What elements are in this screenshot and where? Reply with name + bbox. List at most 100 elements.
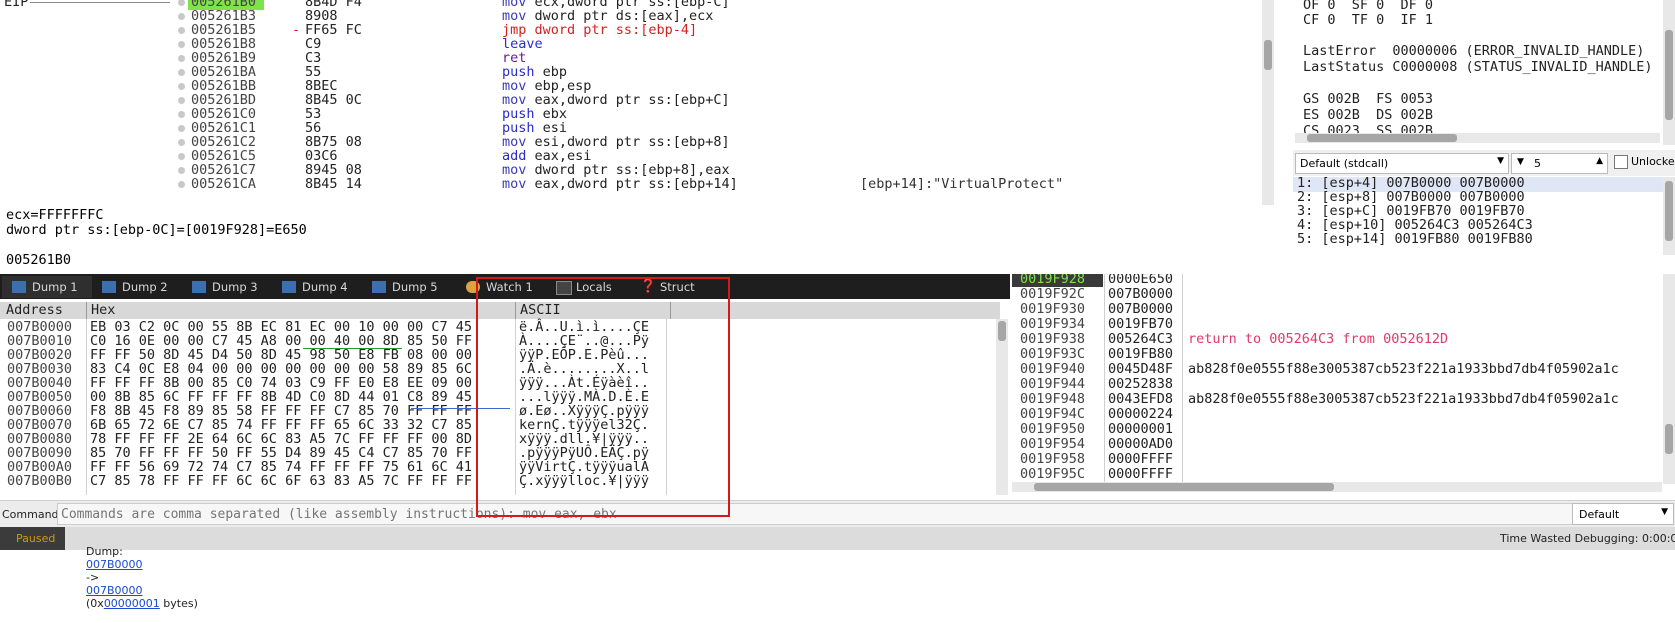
breakpoint-dot[interactable] [178, 69, 185, 76]
dump-from-link[interactable]: 007B0000 [86, 558, 143, 571]
stack-address: 0019F954 [1020, 436, 1086, 452]
unlocked-checkbox[interactable] [1614, 155, 1628, 169]
stack-comment: ab828f0e0555f88e3005387cb523f221a1933bbd… [1188, 361, 1619, 377]
arg-count-spinbox[interactable]: ▼ 5 ▲ [1511, 153, 1608, 174]
registers-hscrollbar[interactable] [1295, 133, 1660, 143]
glasses-icon [466, 281, 480, 293]
dump-header: Address Hex ASCII [0, 302, 1000, 319]
ascii-column-header[interactable]: ASCII [516, 302, 671, 319]
last-status[interactable]: LastStatus C0000008 (STATUS_INVALID_HAND… [1303, 59, 1653, 75]
registers-panel: OF 0 SF 0 DF 0 CF 0 TF 0 IF 1 LastError … [1295, 0, 1675, 135]
dump-address: 007B00B0 [7, 473, 73, 489]
chevron-up-icon[interactable]: ▲ [1596, 156, 1603, 166]
hex-column-header[interactable]: Hex [87, 302, 516, 319]
dump-hex: C7 85 78 FF FF FF 6C 6C 6F 63 83 A5 7C F… [90, 473, 473, 489]
command-input[interactable] [57, 503, 1575, 525]
stack-row[interactable]: 0019F93C 0019FB80 [1012, 347, 1662, 362]
convention-select[interactable]: Default (stdcall) ▼ [1295, 153, 1509, 174]
stack-row[interactable]: 0019F95C 0000FFFF [1012, 467, 1662, 482]
arg-row[interactable]: 5: [esp+14] 0019FB80 0019FB80 [1297, 231, 1533, 247]
dump-to-link[interactable]: 007B0000 [86, 584, 143, 597]
tab-dump-1[interactable]: Dump 1 [2, 276, 92, 298]
registers-vscroll-thumb[interactable] [1665, 30, 1673, 120]
breakpoint-dot[interactable] [178, 139, 185, 146]
segment-row-1[interactable]: GS 002B FS 0053 [1303, 91, 1433, 107]
chevron-down-icon[interactable]: ▼ [1517, 157, 1524, 167]
stack-row[interactable]: 0019F940 0045D48F ab828f0e0555f88e3005387c… [1012, 362, 1662, 377]
stack-row[interactable]: 0019F944 00252838 [1012, 377, 1662, 392]
dump-icon [372, 281, 386, 293]
tab-locals[interactable]: Locals [546, 276, 636, 298]
breakpoint-dot[interactable] [178, 55, 185, 62]
stack-hscrollbar[interactable] [1012, 482, 1662, 492]
flags-row-2[interactable]: CF 0 TF 0 IF 1 [1303, 12, 1433, 28]
stack-value: 007B0000 [1108, 301, 1174, 317]
selection-marker [411, 408, 510, 409]
status-bar: Paused Dump: 007B0000 -> 007B0000 (0x000… [0, 527, 1675, 610]
breakpoint-dot[interactable] [178, 153, 185, 160]
stack-row[interactable]: 0019F958 0000FFFF [1012, 452, 1662, 467]
hex-dump-view[interactable]: Address Hex ASCII 007B0000 EB 03 C2 0C 00… [0, 300, 1010, 495]
disasm-row[interactable]: 005261CA 8B45 14 mov eax,dword ptr ss:[ebp… [0, 177, 1275, 192]
stack-row[interactable]: 0019F930 007B0000 [1012, 302, 1662, 317]
segment-row-2[interactable]: ES 002B DS 002B [1303, 107, 1433, 123]
tab-label: Dump 1 [32, 280, 78, 294]
stack-row[interactable]: 0019F934 0019FB70 [1012, 317, 1662, 332]
breakpoint-dot[interactable] [178, 83, 185, 90]
tab-struct[interactable]: ❓ Struct [630, 276, 720, 298]
registers-hscroll-thumb[interactable] [1307, 134, 1457, 142]
argument-view[interactable]: 1: [esp+4] 007B0000 007B0000 2: [esp+8] 0… [1293, 177, 1675, 255]
stack-vscroll-thumb[interactable] [1665, 424, 1673, 454]
tab-dump-4[interactable]: Dump 4 [272, 276, 362, 298]
breakpoint-dot[interactable] [178, 111, 185, 118]
tab-dump-5[interactable]: Dump 5 [362, 276, 452, 298]
disassembly-scrollbar[interactable] [1262, 0, 1274, 205]
stack-row[interactable]: 0019F938 005264C3 return to 005264C3 from … [1012, 332, 1662, 347]
tab-label: Dump 5 [392, 280, 438, 294]
breakpoint-dot[interactable] [178, 97, 185, 104]
jump-arrow-icon: - [292, 22, 301, 38]
arrow-text: -> [86, 571, 100, 584]
convention-value: Default (stdcall) [1300, 157, 1389, 170]
tab-dump-3[interactable]: Dump 3 [182, 276, 272, 298]
breakpoint-dot[interactable] [178, 27, 185, 34]
stack-row[interactable]: 0019F954 00000AD0 [1012, 437, 1662, 452]
stack-value: 0000FFFF [1108, 451, 1174, 467]
disassembly-scroll-thumb[interactable] [1264, 40, 1272, 70]
breakpoint-dot[interactable] [178, 13, 185, 20]
registers-vscrollbar[interactable] [1663, 0, 1675, 145]
tab-watch-1[interactable]: Watch 1 [456, 276, 554, 298]
tab-label: Struct [660, 280, 695, 294]
disassembly-view[interactable]: EIP 005261B0 8B4D F4 mov ecx,dword ptr ss:[… [0, 0, 1275, 205]
stack-row[interactable]: 0019F92C 007B0000 [1012, 287, 1662, 302]
stack-view[interactable]: 0019F928 0000E650 0019F92C 007B0000 0019F930… [1012, 274, 1675, 496]
stack-hscroll-thumb[interactable] [1034, 483, 1334, 491]
breakpoint-dot[interactable] [178, 167, 185, 174]
stack-row[interactable]: 0019F948 0043EFD8 ab828f0e0555f88e3005387c… [1012, 392, 1662, 407]
stack-row[interactable]: 0019F94C 00000224 [1012, 407, 1662, 422]
argument-scrollbar[interactable] [1663, 177, 1675, 255]
info-line-2: dword ptr ss:[ebp-0C]=[0019F928]=E650 [6, 222, 307, 238]
argument-scroll-thumb[interactable] [1665, 181, 1673, 241]
mnemonic: mov [502, 176, 527, 192]
breakpoint-dot[interactable] [178, 181, 185, 188]
stack-vscrollbar[interactable] [1663, 274, 1675, 484]
stack-address: 0019F938 [1020, 331, 1086, 347]
breakpoint-dot[interactable] [178, 0, 185, 6]
tab-dump-2[interactable]: Dump 2 [92, 276, 182, 298]
dump-size-link[interactable]: 00000001 [104, 597, 160, 610]
command-engine-select[interactable]: Default ▼ [1572, 503, 1674, 525]
address-column-header[interactable]: Address [0, 302, 87, 319]
stack-row[interactable]: 0019F950 00000001 [1012, 422, 1662, 437]
breakpoint-dot[interactable] [178, 125, 185, 132]
stack-value: 00000001 [1108, 421, 1174, 437]
dump-row[interactable]: 007B00B0 C7 85 78 FF FF FF 6C 6C 6F 63 83… [0, 474, 990, 489]
stack-value: 0000FFFF [1108, 466, 1174, 482]
operand: dword ptr ss:[ebp-4] [534, 22, 698, 38]
instruction-bytes: 8B45 14 [305, 176, 362, 192]
breakpoint-dot[interactable] [178, 41, 185, 48]
last-error[interactable]: LastError 00000006 (ERROR_INVALID_HANDLE… [1303, 43, 1644, 59]
instruction-comment: [ebp+14]:"VirtualProtect" [860, 176, 1064, 192]
dump-scroll-thumb[interactable] [998, 321, 1006, 341]
dump-scrollbar[interactable] [996, 319, 1008, 495]
